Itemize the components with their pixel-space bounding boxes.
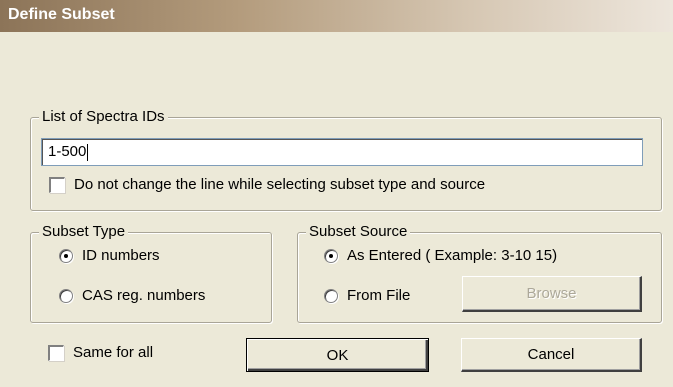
from-file-label: From File: [347, 287, 411, 304]
checkbox-box[interactable]: [49, 176, 65, 193]
radio-from-file[interactable]: From File: [324, 287, 410, 304]
browse-label: Browse: [526, 285, 577, 302]
radio-button-selected[interactable]: [324, 248, 338, 263]
checkbox-box[interactable]: [48, 344, 64, 361]
radio-as-entered[interactable]: As Entered ( Example: 3-10 15): [324, 247, 557, 264]
spectra-ids-legend: List of Spectra IDs: [39, 108, 168, 126]
spectra-ids-input[interactable]: 1-500: [41, 138, 643, 166]
same-for-all-label: Same for all: [73, 344, 154, 361]
cancel-button[interactable]: Cancel: [461, 338, 642, 372]
radio-button[interactable]: [59, 288, 73, 303]
ok-button[interactable]: OK: [246, 338, 429, 372]
radio-button-selected[interactable]: [59, 248, 73, 263]
browse-button[interactable]: Browse: [462, 276, 642, 312]
radio-button[interactable]: [324, 288, 338, 303]
radio-id-numbers[interactable]: ID numbers: [59, 247, 160, 264]
subset-source-group: Subset Source As Entered ( Example: 3-10…: [297, 223, 662, 323]
text-caret: [87, 143, 89, 161]
spectra-ids-group: List of Spectra IDs 1-500 Do not change …: [30, 108, 662, 211]
cas-numbers-label: CAS reg. numbers: [82, 287, 206, 304]
same-for-all-checkbox[interactable]: Same for all: [48, 344, 153, 361]
keep-line-label: Do not change the line while selecting s…: [74, 176, 486, 193]
dialog-body: List of Spectra IDs 1-500 Do not change …: [0, 32, 673, 387]
keep-line-checkbox[interactable]: Do not change the line while selecting s…: [49, 176, 485, 193]
title-bar[interactable]: Define Subset: [0, 0, 673, 32]
window-title: Define Subset: [8, 6, 115, 23]
as-entered-label: As Entered ( Example: 3-10 15): [347, 247, 558, 264]
subset-source-legend: Subset Source: [306, 223, 411, 241]
subset-type-legend: Subset Type: [39, 223, 129, 241]
spectra-ids-value: 1-500: [48, 143, 87, 160]
id-numbers-label: ID numbers: [82, 247, 160, 264]
radio-cas-numbers[interactable]: CAS reg. numbers: [59, 287, 205, 304]
ok-label: OK: [326, 346, 349, 364]
cancel-label: Cancel: [527, 346, 575, 363]
subset-type-group: Subset Type ID numbers CAS reg. numbers: [30, 223, 272, 323]
